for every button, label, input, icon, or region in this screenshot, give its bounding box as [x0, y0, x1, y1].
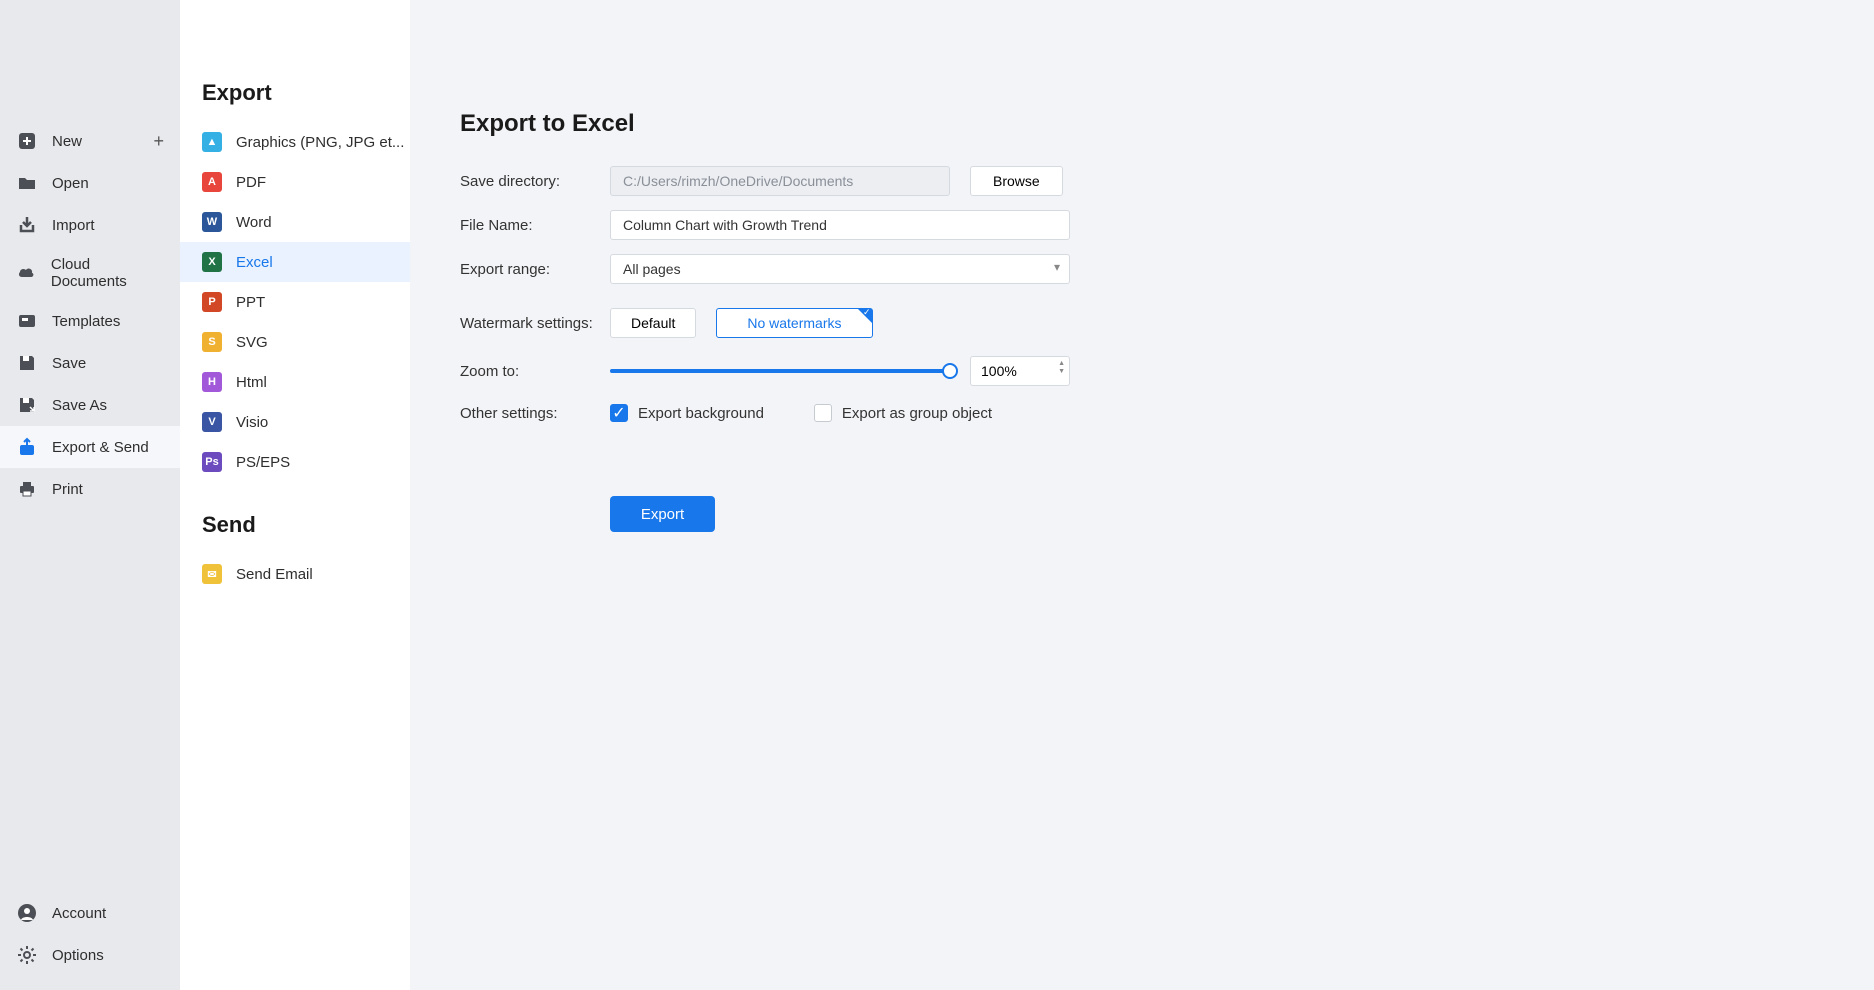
primary-sidebar: New + Open Import Cloud Documents Templa… [0, 0, 180, 990]
format-label: Word [236, 214, 272, 231]
sidebar-item-cloud[interactable]: Cloud Documents [0, 246, 180, 300]
sidebar-item-templates[interactable]: Templates [0, 300, 180, 342]
format-label: Excel [236, 254, 273, 271]
export-group-checkbox[interactable] [814, 404, 832, 422]
templates-icon [16, 310, 38, 332]
sidebar-label: Account [52, 905, 106, 922]
print-icon [16, 478, 38, 500]
panel-heading: Export to Excel [460, 110, 1874, 138]
save-icon [16, 352, 38, 374]
export-background-label: Export background [638, 405, 764, 422]
account-icon [16, 902, 38, 924]
export-range-label: Export range: [460, 261, 610, 278]
sidebar-label: Export & Send [52, 439, 149, 456]
export-group-label: Export as group object [842, 405, 992, 422]
export-background-checkbox[interactable]: ✓ [610, 404, 628, 422]
sidebar-label: Options [52, 947, 104, 964]
send-label: Send Email [236, 566, 313, 583]
format-label: Graphics (PNG, JPG et... [236, 134, 404, 151]
sidebar-label: Import [52, 217, 95, 234]
format-word[interactable]: W Word [180, 202, 410, 242]
sidebar-label: Templates [52, 313, 120, 330]
format-label: SVG [236, 334, 268, 351]
word-icon: W [202, 212, 222, 232]
sidebar-label: New [52, 133, 82, 150]
format-label: Visio [236, 414, 268, 431]
filename-label: File Name: [460, 217, 610, 234]
watermark-default-button[interactable]: Default [610, 308, 696, 338]
watermark-label: Watermark settings: [460, 315, 610, 332]
zoom-down-icon[interactable]: ▼ [1058, 368, 1065, 375]
sidebar-item-save[interactable]: Save [0, 342, 180, 384]
html-icon: H [202, 372, 222, 392]
visio-icon: V [202, 412, 222, 432]
format-label: PPT [236, 294, 265, 311]
sidebar-item-saveas[interactable]: Save As [0, 384, 180, 426]
export-range-value[interactable] [610, 254, 1070, 284]
other-settings-label: Other settings: [460, 405, 610, 422]
watermark-none-button[interactable]: No watermarks [716, 308, 872, 338]
sidebar-item-options[interactable]: Options [0, 934, 180, 976]
format-html[interactable]: H Html [180, 362, 410, 402]
graphics-icon: ▲ [202, 132, 222, 152]
sidebar-label: Save As [52, 397, 107, 414]
save-directory-label: Save directory: [460, 173, 610, 190]
zoom-slider[interactable] [610, 369, 950, 373]
sidebar-label: Print [52, 481, 83, 498]
format-label: PDF [236, 174, 266, 191]
format-excel[interactable]: X Excel [180, 242, 410, 282]
format-label: PS/EPS [236, 454, 290, 471]
filename-input[interactable] [610, 210, 1070, 240]
format-label: Html [236, 374, 267, 391]
send-heading: Send [180, 482, 410, 554]
import-icon [16, 214, 38, 236]
sidebar-item-print[interactable]: Print [0, 468, 180, 510]
email-icon: ✉ [202, 564, 222, 584]
browse-button[interactable]: Browse [970, 166, 1063, 196]
saveas-icon [16, 394, 38, 416]
save-directory-input [610, 166, 950, 196]
sidebar-item-new[interactable]: New + [0, 120, 180, 162]
ppt-icon: P [202, 292, 222, 312]
export-icon [16, 436, 38, 458]
sidebar-item-export[interactable]: Export & Send [0, 426, 180, 468]
zoom-label: Zoom to: [460, 363, 610, 380]
format-pseps[interactable]: Ps PS/EPS [180, 442, 410, 482]
sidebar-item-import[interactable]: Import [0, 204, 180, 246]
pdf-icon: A [202, 172, 222, 192]
export-range-select[interactable] [610, 254, 1070, 284]
export-button[interactable]: Export [610, 496, 715, 532]
zoom-value-input[interactable]: 100% ▲▼ [970, 356, 1070, 386]
svg-icon: S [202, 332, 222, 352]
sidebar-label: Save [52, 355, 86, 372]
gear-icon [16, 944, 38, 966]
excel-icon: X [202, 252, 222, 272]
plus-icon: + [153, 131, 164, 152]
zoom-value: 100% [981, 363, 1017, 379]
zoom-up-icon[interactable]: ▲ [1058, 360, 1065, 367]
format-graphics[interactable]: ▲ Graphics (PNG, JPG et... [180, 122, 410, 162]
sidebar-label: Open [52, 175, 89, 192]
sidebar-label: Cloud Documents [51, 256, 164, 290]
export-heading: Export [180, 70, 410, 122]
sidebar-item-account[interactable]: Account [0, 892, 180, 934]
main-panel: Export to Excel Save directory: Browse F… [410, 0, 1874, 990]
format-visio[interactable]: V Visio [180, 402, 410, 442]
format-pdf[interactable]: A PDF [180, 162, 410, 202]
ps-icon: Ps [202, 452, 222, 472]
sidebar-item-open[interactable]: Open [0, 162, 180, 204]
send-email[interactable]: ✉ Send Email [180, 554, 410, 594]
format-ppt[interactable]: P PPT [180, 282, 410, 322]
folder-icon [16, 172, 38, 194]
cloud-icon [16, 262, 37, 284]
new-icon [16, 130, 38, 152]
format-svg[interactable]: S SVG [180, 322, 410, 362]
secondary-sidebar: Export ▲ Graphics (PNG, JPG et... A PDF … [180, 0, 410, 990]
